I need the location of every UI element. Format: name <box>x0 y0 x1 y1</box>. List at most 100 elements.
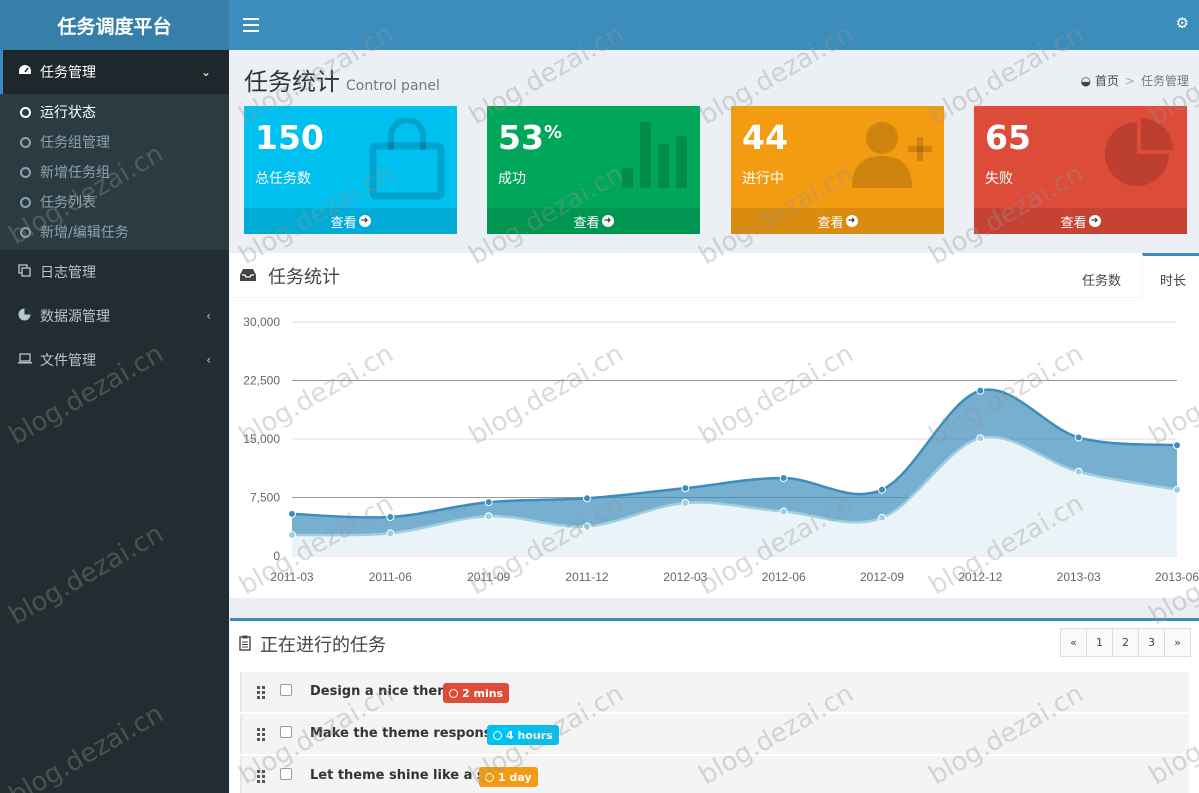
y-tick-label: 15,000 <box>243 432 280 446</box>
chevron-left-icon: ‹ <box>206 309 211 323</box>
laptop-icon <box>18 352 40 368</box>
more-link-label: 查看 <box>330 215 357 231</box>
data-point <box>583 522 591 531</box>
x-tick-label: 2011-03 <box>270 570 313 584</box>
sub-item-label: 新增任务组 <box>40 165 110 181</box>
x-tick-label: 2012-06 <box>762 570 806 584</box>
sidebar-item-datasource-management[interactable]: 数据源管理 ‹ <box>0 294 229 338</box>
app-title: 任务调度平台 <box>57 15 172 38</box>
data-point <box>779 507 788 516</box>
todo-checkbox[interactable] <box>280 684 292 696</box>
x-tick-label: 2013-06 <box>1155 570 1199 584</box>
data-point <box>976 386 985 395</box>
chevron-left-icon: ‹ <box>206 353 211 367</box>
time-badge: 4 hours <box>487 725 559 745</box>
pagination: « 1 2 3 » <box>1060 628 1191 657</box>
data-point <box>878 485 886 494</box>
sub-item-new-group[interactable]: 新增任务组 <box>0 157 229 187</box>
x-tick-label: 2012-09 <box>860 570 904 584</box>
clipboard-icon <box>239 635 251 651</box>
data-point <box>681 498 690 507</box>
drag-handle-icon[interactable] <box>257 728 267 741</box>
arrow-circle-right-icon: ➜ <box>358 215 371 227</box>
y-tick-label: 30,000 <box>243 315 280 329</box>
sidebar: 任务管理 ⌄ 运行状态 任务组管理 新增任务组 任务列表 新增/编辑任务 日志管… <box>0 50 229 793</box>
chart-panel-title: 任务统计 <box>268 267 340 288</box>
stat-more-link[interactable]: 查看 ➜ <box>244 208 457 234</box>
more-link-label: 查看 <box>1060 215 1087 231</box>
sub-item-group-management[interactable]: 任务组管理 <box>0 127 229 157</box>
sub-item-task-list[interactable]: 任务列表 <box>0 187 229 217</box>
data-point <box>779 474 788 482</box>
sub-item-run-status[interactable]: 运行状态 <box>0 97 229 127</box>
breadcrumb-home-link[interactable]: 首页 <box>1095 74 1119 88</box>
sidebar-item-file-management[interactable]: 文件管理 ‹ <box>0 338 229 382</box>
page-title: 任务统计 Control panel <box>244 62 440 97</box>
drag-handle-icon[interactable] <box>257 770 267 783</box>
clock-icon <box>485 772 494 782</box>
circle-icon <box>20 106 31 118</box>
inbox-icon <box>240 269 256 281</box>
page-subtitle: Control panel <box>346 78 440 94</box>
x-tick-label: 2012-12 <box>958 570 1002 584</box>
todo-text: Design a nice theme <box>310 684 460 699</box>
stat-value: 150 <box>255 118 324 157</box>
stat-more-link[interactable]: 查看 ➜ <box>974 208 1187 234</box>
data-point <box>1173 441 1181 450</box>
sub-item-label: 任务列表 <box>40 195 96 211</box>
tab-duration[interactable]: 时长 <box>1160 270 1186 289</box>
area-chart: 0 7,500 15,000 22,500 30,000 2011-03 2011-06 20… <box>243 315 1199 584</box>
stat-box-running: 44 进行中 查看 ➜ <box>731 106 944 234</box>
drag-handle-icon[interactable] <box>257 686 267 699</box>
tab-task-count[interactable]: 任务数 <box>1082 270 1121 289</box>
sidebar-item-task-management[interactable]: 任务管理 ⌄ <box>0 50 229 94</box>
sub-item-edit-task[interactable]: 新增/编辑任务 <box>0 217 229 247</box>
circle-icon <box>20 166 31 178</box>
stat-more-link[interactable]: 查看 ➜ <box>487 208 700 234</box>
clock-icon <box>493 730 502 740</box>
circle-icon <box>20 196 31 208</box>
stat-box-success: 53% 成功 查看 ➜ <box>487 106 700 234</box>
sidebar-item-label: 数据源管理 <box>40 309 110 325</box>
x-tick-label: 2011-06 <box>369 570 412 584</box>
gears-icon[interactable]: ⚙ <box>1176 14 1189 32</box>
pager-page-3[interactable]: 3 <box>1138 628 1165 657</box>
arrow-circle-right-icon: ➜ <box>845 215 858 227</box>
data-point <box>288 530 296 539</box>
stat-label: 总任务数 <box>255 171 311 187</box>
todo-checkbox[interactable] <box>280 726 292 738</box>
data-point <box>878 513 886 522</box>
top-navbar: ⚙ <box>229 0 1199 50</box>
stat-box-failed: 65 失败 查看 ➜ <box>974 106 1187 234</box>
sub-item-label: 新增/编辑任务 <box>40 225 129 241</box>
submenu-task-management: 运行状态 任务组管理 新增任务组 任务列表 新增/编辑任务 <box>0 94 229 250</box>
y-tick-label: 7,500 <box>250 491 280 505</box>
clock-icon <box>449 688 458 698</box>
sub-item-label: 运行状态 <box>40 105 96 121</box>
app-logo[interactable]: 任务调度平台 <box>0 0 229 50</box>
y-tick-label: 0 <box>273 549 280 563</box>
stat-more-link[interactable]: 查看 ➜ <box>731 208 944 234</box>
todo-item: Let theme shine like a star 1 day <box>240 756 1189 793</box>
pager-prev-button[interactable]: « <box>1060 628 1087 657</box>
arrow-circle-right-icon: ➜ <box>601 215 614 227</box>
pager-page-2[interactable]: 2 <box>1112 628 1139 657</box>
pager-page-1[interactable]: 1 <box>1086 628 1113 657</box>
stat-box-total: 150 总任务数 查看 ➜ <box>244 106 457 234</box>
tasks-panel-title: 正在进行的任务 <box>260 635 386 656</box>
todo-checkbox[interactable] <box>280 768 292 780</box>
menu-toggle-icon[interactable] <box>243 14 259 36</box>
sidebar-item-log-management[interactable]: 日志管理 <box>0 250 229 294</box>
breadcrumb-current: 任务管理 <box>1140 74 1189 88</box>
stat-value: 53% <box>498 118 562 157</box>
todo-item: Design a nice theme 2 mins <box>240 672 1189 712</box>
time-badge: 2 mins <box>443 683 510 703</box>
arrow-circle-right-icon: ➜ <box>1088 215 1101 227</box>
data-point <box>386 529 395 538</box>
breadcrumb-separator: > <box>1124 74 1135 88</box>
todo-item: Make the theme responsive 4 hours <box>240 714 1189 754</box>
data-point <box>976 434 985 443</box>
dashboard-icon <box>18 64 40 80</box>
tasks-panel: 正在进行的任务 « 1 2 3 » Design a nice theme 2 … <box>230 618 1199 793</box>
pager-next-button[interactable]: » <box>1164 628 1191 657</box>
